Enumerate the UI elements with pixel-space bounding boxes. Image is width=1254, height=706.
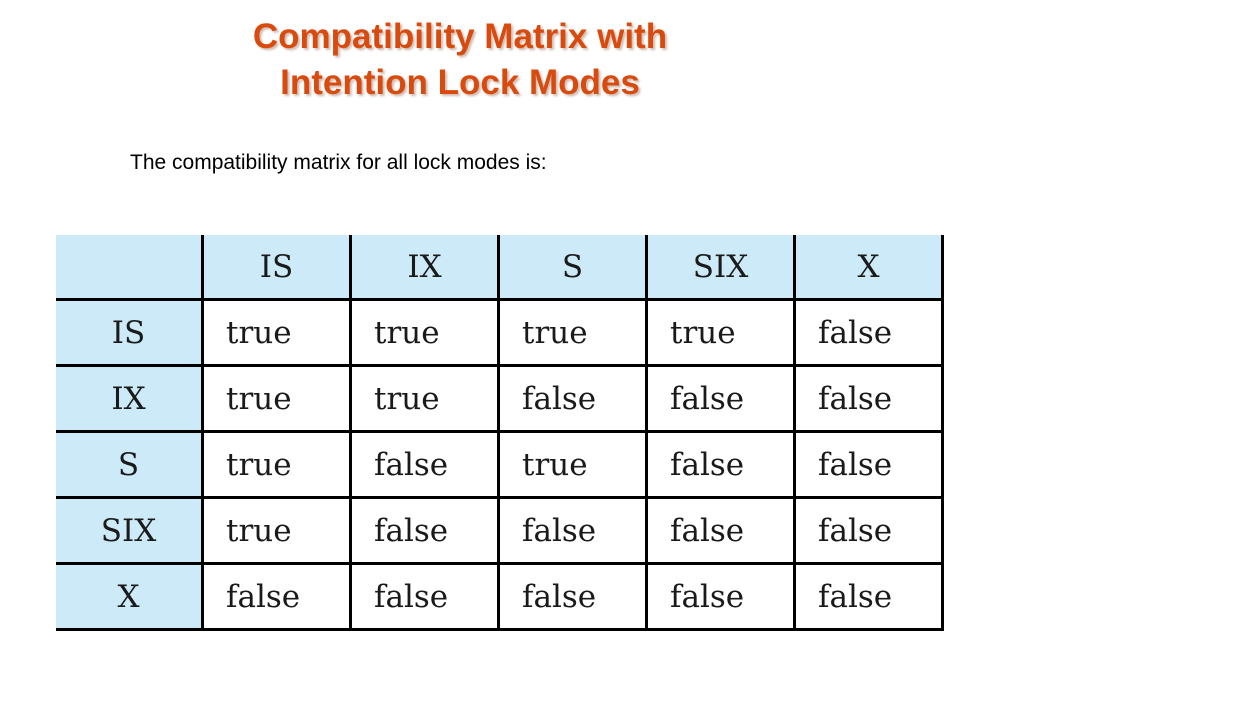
header-row: IS IX S SIX X bbox=[56, 235, 944, 301]
table-cell: false bbox=[646, 365, 796, 433]
slide-title-line-2: Intention Lock Modes bbox=[280, 63, 640, 102]
table-cell: false bbox=[498, 563, 648, 631]
table-row: S true false true false false bbox=[56, 431, 944, 499]
table-cell: true bbox=[498, 299, 648, 367]
table-row: IX true true false false false bbox=[56, 365, 944, 433]
table-cell: false bbox=[794, 563, 944, 631]
table-cell: false bbox=[646, 563, 796, 631]
table-cell: false bbox=[646, 431, 796, 499]
table-cell: true bbox=[202, 497, 352, 565]
row-header: SIX bbox=[56, 497, 204, 565]
table-cell: false bbox=[794, 497, 944, 565]
row-header: X bbox=[56, 563, 204, 631]
column-header: IX bbox=[350, 235, 500, 301]
table-cell: false bbox=[350, 497, 500, 565]
table-cell: true bbox=[350, 365, 500, 433]
table-cell: false bbox=[202, 563, 352, 631]
table-cell: true bbox=[202, 365, 352, 433]
column-header: X bbox=[794, 235, 944, 301]
table-row: SIX true false false false false bbox=[56, 497, 944, 565]
table-cell: false bbox=[646, 497, 796, 565]
column-header: SIX bbox=[646, 235, 796, 301]
table-cell: false bbox=[498, 365, 648, 433]
intro-text: The compatibility matrix for all lock mo… bbox=[130, 151, 547, 174]
table-cell: false bbox=[498, 497, 648, 565]
table-row: X false false false false false bbox=[56, 563, 944, 631]
table-row: IS true true true true false bbox=[56, 299, 944, 367]
table-cell: true bbox=[202, 299, 352, 367]
table-cell: true bbox=[498, 431, 648, 499]
table-cell: false bbox=[350, 563, 500, 631]
table-cell: false bbox=[794, 365, 944, 433]
slide-title-line-1: Compatibility Matrix with bbox=[252, 17, 668, 56]
table-cell: false bbox=[794, 299, 944, 367]
corner-cell bbox=[56, 235, 204, 301]
compatibility-matrix-table: IS IX S SIX X IS true true true true fal… bbox=[56, 235, 944, 631]
row-header: IX bbox=[56, 365, 204, 433]
table-cell: true bbox=[350, 299, 500, 367]
slide-title: Compatibility Matrix with Intention Lock… bbox=[180, 14, 740, 106]
row-header: S bbox=[56, 431, 204, 499]
column-header: S bbox=[498, 235, 648, 301]
table-cell: true bbox=[202, 431, 352, 499]
column-header: IS bbox=[202, 235, 352, 301]
table-cell: true bbox=[646, 299, 796, 367]
table-cell: false bbox=[350, 431, 500, 499]
table-cell: false bbox=[794, 431, 944, 499]
row-header: IS bbox=[56, 299, 204, 367]
